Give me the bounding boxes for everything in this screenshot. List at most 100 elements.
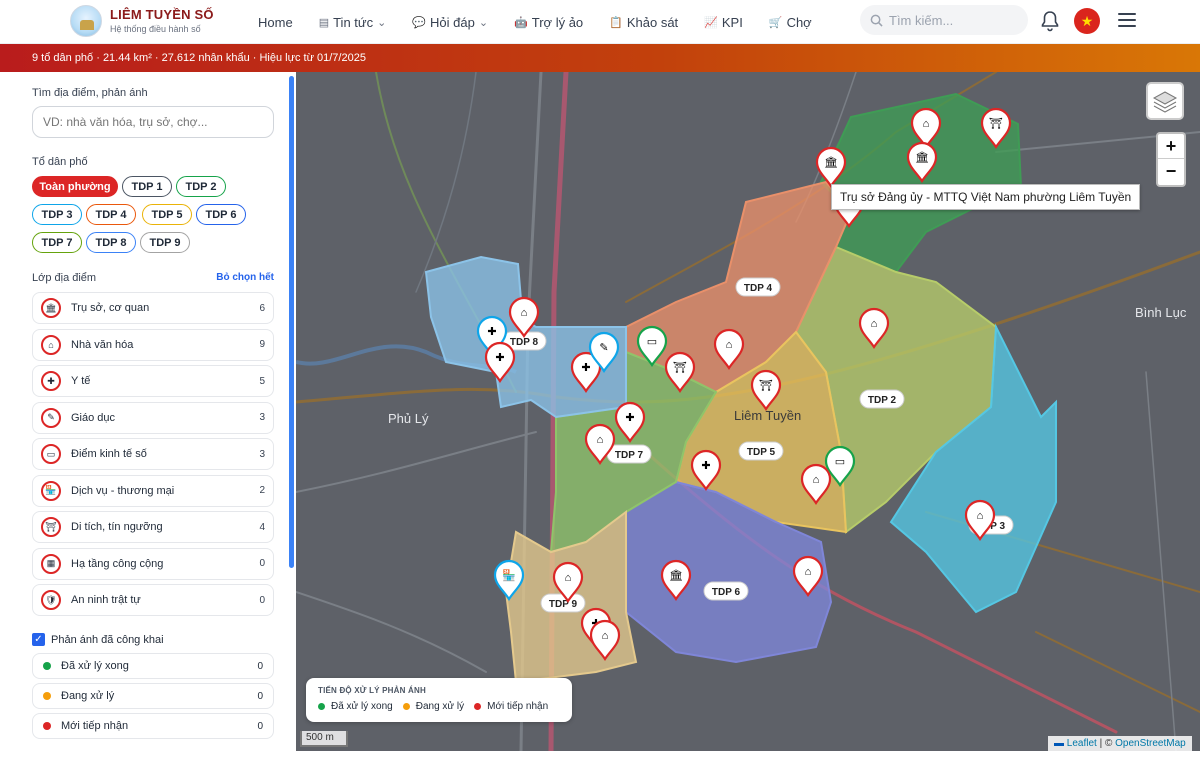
layer-item-0[interactable]: 🏛 Trụ sở, cơ quan 6 (32, 292, 274, 324)
marker-icon: ⌂ (923, 118, 930, 130)
tdp-chip-4[interactable]: TDP 4 (86, 204, 136, 225)
marker-icon: 🏛 (824, 156, 838, 169)
legend-label: Mới tiếp nhận (487, 701, 549, 712)
app-logo[interactable] (70, 5, 102, 37)
place-label-phu-ly: Phủ Lý (388, 411, 429, 426)
layer-item-3[interactable]: ✎ Giáo dục 3 (32, 401, 274, 434)
marker-icon: ⛩ (989, 117, 1003, 130)
layer-item-7[interactable]: ▦ Hạ tầng công cộng 0 (32, 547, 274, 580)
map-legend: TIẾN ĐỘ XỬ LÝ PHẢN ÁNH Đã xử lý xong Đang… (306, 678, 572, 722)
map-canvas[interactable]: TDP 2TDP 3TDP 4TDP 5TDP 6TDP 7TDP 8TDP 9… (296, 72, 1200, 751)
zone-label-4: TDP 4 (744, 283, 773, 294)
public-reports-toggle[interactable]: ✓ Phản ánh đã công khai (32, 633, 164, 646)
marker-icon: ▭ (647, 336, 657, 348)
tdp-chip-9[interactable]: TDP 9 (140, 232, 190, 253)
search-input[interactable]: Tìm kiếm... (860, 5, 1028, 35)
chart-icon: 📈 (704, 16, 718, 29)
brand[interactable]: LIÊM TUYỀN SỐ Hệ thống điều hành số (110, 7, 214, 34)
layer-label: Nhà văn hóa (71, 338, 134, 351)
tdp-label: Tổ dân phố (32, 156, 88, 168)
app-title: LIÊM TUYỀN SỐ (110, 7, 214, 22)
nav-survey[interactable]: 📋 Khảo sát (609, 15, 678, 30)
layer-count: 0 (259, 558, 265, 569)
leaflet-link[interactable]: Leaflet (1067, 738, 1097, 749)
attribution-sep: | © (1099, 738, 1113, 749)
layer-item-1[interactable]: ⌂ Nhà văn hóa 9 (32, 328, 274, 361)
status-dot (43, 692, 51, 700)
tdp-chip-1[interactable]: TDP 1 (122, 176, 172, 197)
nav-kpi[interactable]: 📈 KPI (704, 15, 743, 30)
layer-item-2[interactable]: ✚ Y tế 5 (32, 365, 274, 397)
marker-icon: ⌂ (602, 630, 609, 642)
marker-icon: 🏛 (915, 151, 929, 164)
search-label: Tìm địa điểm, phản ánh (32, 87, 148, 99)
map[interactable]: TDP 2 TDP 3 TDP 4 TDP 5 TDP 6 TDP 7 TDP 8 TDP 9… (296, 72, 1200, 751)
nav-market[interactable]: 🛒 Chợ (769, 15, 812, 30)
layer-count: 3 (259, 412, 265, 423)
layer-item-8[interactable]: 🛡 An ninh trật tự 0 (32, 584, 274, 616)
tdp-chip-2[interactable]: TDP 2 (176, 176, 226, 197)
marker-icon: ▭ (835, 456, 845, 468)
status-count: 0 (257, 690, 263, 702)
marker-icon: ⌂ (805, 566, 812, 578)
marker-icon: ⛩ (673, 361, 687, 374)
layer-item-4[interactable]: ▭ Điểm kinh tế số 3 (32, 438, 274, 470)
zoom-in-button[interactable]: + (1158, 134, 1184, 159)
status-label: Đang xử lý (61, 690, 115, 702)
marker-icon: ⌂ (726, 339, 733, 351)
tdp-chip-7[interactable]: TDP 7 (32, 232, 82, 253)
search-placeholder: Tìm kiếm... (889, 12, 954, 28)
status-filter-2[interactable]: Mới tiếp nhận 0 (32, 713, 274, 739)
robot-icon: 🤖 (514, 16, 528, 29)
checkbox-icon[interactable]: ✓ (32, 633, 45, 646)
nav-kpi-label: KPI (721, 14, 743, 30)
map-scale: 500 m (300, 731, 348, 747)
place-search-input[interactable] (32, 106, 274, 138)
status-filter-1[interactable]: Đang xử lý 0 (32, 683, 274, 709)
marker-icon: ✚ (625, 412, 634, 424)
layers-control-button[interactable] (1146, 82, 1184, 120)
marker-icon: ⌂ (565, 572, 572, 584)
top-navbar: LIÊM TUYỀN SỐ Hệ thống điều hành số Home… (0, 0, 1200, 44)
layer-count: 6 (259, 302, 265, 314)
layer-item-5[interactable]: 🏪 Dịch vụ - thương mại 2 (32, 474, 274, 507)
newspaper-icon: ▤ (318, 16, 330, 29)
menu-icon[interactable] (1118, 13, 1136, 27)
nav-qa[interactable]: 💬 Hỏi đáp ⌄ (412, 15, 488, 30)
tdp-chip-8[interactable]: TDP 8 (86, 232, 136, 253)
layer-item-6[interactable]: ⛩ Di tích, tín ngưỡng 4 (32, 511, 274, 543)
legend-item-2: Mới tiếp nhận (474, 701, 548, 712)
marker-icon: 🏪 (502, 569, 516, 582)
zone-label-5: TDP 5 (747, 447, 776, 458)
nav-home[interactable]: Home (258, 15, 293, 30)
star-icon: ★ (1080, 12, 1094, 29)
medical-icon: ✚ (41, 371, 61, 391)
bell-icon[interactable] (1040, 10, 1060, 32)
deselect-all-link[interactable]: Bỏ chọn hết (216, 272, 274, 283)
marker-icon: ✚ (701, 460, 710, 472)
osm-link[interactable]: OpenStreetMap (1115, 738, 1186, 749)
status-dot (43, 722, 51, 730)
zone-label-6: TDP 6 (712, 587, 741, 598)
nav-news[interactable]: ▤ Tin tức ⌄ (319, 15, 387, 30)
status-count: 0 (257, 720, 263, 732)
tdp-chip-3[interactable]: TDP 3 (32, 204, 82, 225)
zone-label-2: TDP 2 (868, 395, 897, 406)
tdp-chip-5[interactable]: TDP 5 (142, 204, 192, 225)
sidebar-scrollbar[interactable] (289, 76, 294, 568)
zoom-control: + − (1156, 132, 1186, 187)
card-icon: ▭ (41, 444, 61, 464)
infrastructure-icon: ▦ (41, 553, 61, 574)
status-dot (43, 662, 51, 670)
clipboard-icon: 📋 (609, 16, 623, 29)
layer-label: An ninh trật tự (71, 594, 141, 606)
nav-assistant[interactable]: 🤖 Trợ lý ảo (514, 15, 583, 30)
tdp-chip-6[interactable]: TDP 6 (196, 204, 246, 225)
layer-label: Điểm kinh tế số (71, 448, 147, 460)
flag-avatar[interactable]: ★ (1074, 8, 1100, 34)
zoom-out-button[interactable]: − (1158, 159, 1184, 184)
marker-icon: ⌂ (597, 434, 604, 446)
status-filter-0[interactable]: Đã xử lý xong 0 (32, 653, 274, 679)
nav-assistant-label: Trợ lý ảo (531, 14, 584, 30)
tdp-chip-0[interactable]: Toàn phường (32, 176, 118, 197)
